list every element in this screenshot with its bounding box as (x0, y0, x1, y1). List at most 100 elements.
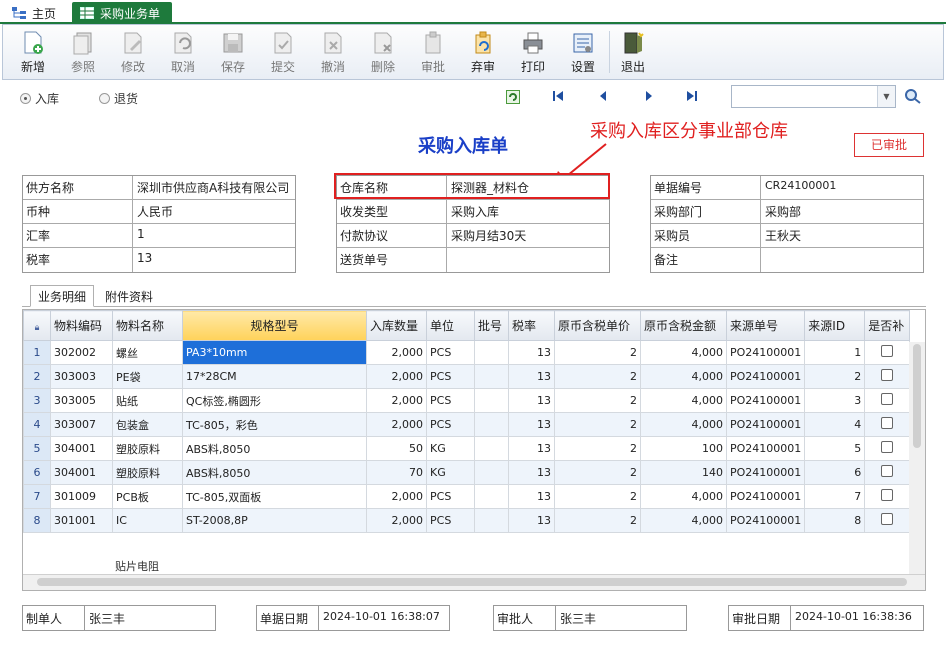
col-material-name[interactable]: 物料名称 (112, 310, 183, 341)
table-cell[interactable]: 2 (554, 436, 641, 461)
save-button[interactable]: 保存 (209, 27, 257, 77)
edit-button[interactable]: 修改 (109, 27, 157, 77)
col-qty[interactable]: 入库数量 (366, 310, 427, 341)
doc-no-value[interactable]: CR24100001 (761, 176, 923, 199)
table-cell[interactable]: 塑胶原料 (112, 436, 183, 461)
search-icon[interactable] (904, 88, 922, 107)
table-cell[interactable]: 4,000 (640, 484, 727, 509)
table-cell[interactable]: ST-2008,8P (182, 508, 367, 533)
col-source-id[interactable]: 来源ID (804, 310, 866, 341)
table-cell[interactable]: 2 (554, 364, 641, 389)
delete-button[interactable]: 删除 (359, 27, 407, 77)
table-cell[interactable]: 13 (508, 340, 555, 365)
search-combo[interactable]: ▼ (731, 85, 896, 108)
radio-return[interactable]: 退货 (99, 90, 138, 107)
col-amount[interactable]: 原币含税金额 (640, 310, 727, 341)
table-cell[interactable]: KG (426, 460, 475, 485)
row-number-cell[interactable]: 4 (23, 412, 51, 437)
supplier-value[interactable]: 深圳市供应商A科技有限公司 (133, 176, 295, 199)
table-cell[interactable] (474, 340, 509, 365)
table-cell[interactable] (474, 388, 509, 413)
table-cell[interactable]: 2 (554, 340, 641, 365)
table-cell[interactable]: 70 (366, 460, 427, 485)
table-row[interactable]: 5 304001 塑胶原料 ABS料,8050 50 KG 13 2 100 PO24100001… (23, 436, 911, 461)
table-cell[interactable]: PCS (426, 508, 475, 533)
table-cell[interactable]: 包装盒 (112, 412, 183, 437)
cancel-button[interactable]: 取消 (159, 27, 207, 77)
row-number-cell[interactable]: 2 (23, 364, 51, 389)
table-cell[interactable]: 4,000 (640, 508, 727, 533)
table-cell[interactable]: PO24100001 (725, 436, 806, 461)
exit-button[interactable]: 退出 (609, 27, 657, 77)
reference-button[interactable]: 参照 (59, 27, 107, 77)
horizontal-scroll-thumb[interactable] (37, 578, 907, 586)
table-cell[interactable]: 301001 (50, 508, 113, 533)
table-cell[interactable]: 7 (804, 484, 866, 509)
table-row[interactable]: 1 302002 螺丝 PA3*10mm 2,000 PCS 13 2 4,000 PO24100… (23, 340, 911, 365)
tab-attachments[interactable]: 附件资料 (98, 285, 160, 307)
tab-business-detail[interactable]: 业务明细 (30, 285, 94, 307)
first-page-icon[interactable] (552, 89, 564, 107)
table-cell[interactable]: 13 (508, 364, 555, 389)
table-cell[interactable]: PCS (426, 388, 475, 413)
table-cell[interactable]: 100 (640, 436, 727, 461)
table-cell[interactable]: PO24100001 (725, 364, 806, 389)
row-number-cell[interactable]: 1 (23, 340, 51, 365)
supplement-checkbox-cell[interactable] (864, 388, 911, 413)
row-number-cell[interactable]: 6 (23, 460, 51, 485)
supplement-checkbox[interactable] (881, 369, 894, 381)
table-cell[interactable]: ABS料,8050 (182, 460, 367, 485)
table-cell[interactable]: PO24100001 (725, 340, 806, 365)
table-cell[interactable]: PCS (426, 412, 475, 437)
table-cell[interactable] (474, 484, 509, 509)
payment-terms-value[interactable]: 采购月结30天 (447, 224, 609, 247)
col-source-no[interactable]: 来源单号 (725, 310, 806, 341)
refresh-icon[interactable] (506, 90, 520, 107)
table-cell[interactable]: QC标签,椭圆形 (182, 388, 367, 413)
supplement-checkbox[interactable] (881, 465, 894, 477)
table-cell[interactable] (474, 460, 509, 485)
tab-home[interactable]: 主页 (4, 2, 66, 24)
currency-value[interactable]: 人民币 (133, 200, 295, 223)
table-cell[interactable]: 4,000 (640, 340, 727, 365)
table-cell[interactable]: PCS (426, 364, 475, 389)
table-row[interactable]: 2 303003 PE袋 17*28CM 2,000 PCS 13 2 4,000 PO24100… (23, 364, 911, 389)
department-value[interactable]: 采购部 (761, 200, 923, 223)
supplement-checkbox-cell[interactable] (864, 460, 911, 485)
table-cell[interactable]: 1 (804, 340, 866, 365)
table-cell[interactable]: 2,000 (366, 340, 427, 365)
table-cell[interactable]: 4,000 (640, 364, 727, 389)
submit-button[interactable]: 提交 (259, 27, 307, 77)
table-row[interactable]: 4 303007 包装盒 TC-805，彩色 2,000 PCS 13 2 4,000 PO241… (23, 412, 911, 437)
next-page-icon[interactable] (644, 89, 654, 107)
table-cell[interactable]: 2,000 (366, 412, 427, 437)
table-cell[interactable]: IC (112, 508, 183, 533)
table-cell[interactable]: 2,000 (366, 484, 427, 509)
buyer-value[interactable]: 王秋天 (761, 224, 923, 247)
table-cell[interactable]: 17*28CM (182, 364, 367, 389)
supplement-checkbox-cell[interactable] (864, 364, 911, 389)
table-cell[interactable]: 2 (554, 508, 641, 533)
table-cell[interactable]: 304001 (50, 460, 113, 485)
prev-page-icon[interactable] (598, 89, 608, 107)
table-cell[interactable]: PCS (426, 484, 475, 509)
supplement-checkbox[interactable] (881, 441, 894, 453)
table-cell[interactable]: 2,000 (366, 388, 427, 413)
col-tax-rate[interactable]: 税率 (508, 310, 555, 341)
col-supplement[interactable]: 是否补 (864, 310, 911, 341)
supplement-checkbox[interactable] (881, 489, 894, 501)
supplement-checkbox-cell[interactable] (864, 436, 911, 461)
row-selector-header[interactable]: 🔒︎ (23, 310, 51, 341)
table-cell[interactable]: 303003 (50, 364, 113, 389)
table-cell[interactable]: 302002 (50, 340, 113, 365)
unapprove-button[interactable]: 弃审 (459, 27, 507, 77)
table-cell[interactable] (474, 508, 509, 533)
table-cell[interactable] (474, 364, 509, 389)
table-cell[interactable]: 50 (366, 436, 427, 461)
table-cell[interactable]: 6 (804, 460, 866, 485)
table-cell[interactable]: 13 (508, 436, 555, 461)
table-cell[interactable]: 2,000 (366, 508, 427, 533)
row-number-cell[interactable]: 5 (23, 436, 51, 461)
remarks-value[interactable] (761, 248, 923, 272)
col-material-code[interactable]: 物料编码 (50, 310, 113, 341)
